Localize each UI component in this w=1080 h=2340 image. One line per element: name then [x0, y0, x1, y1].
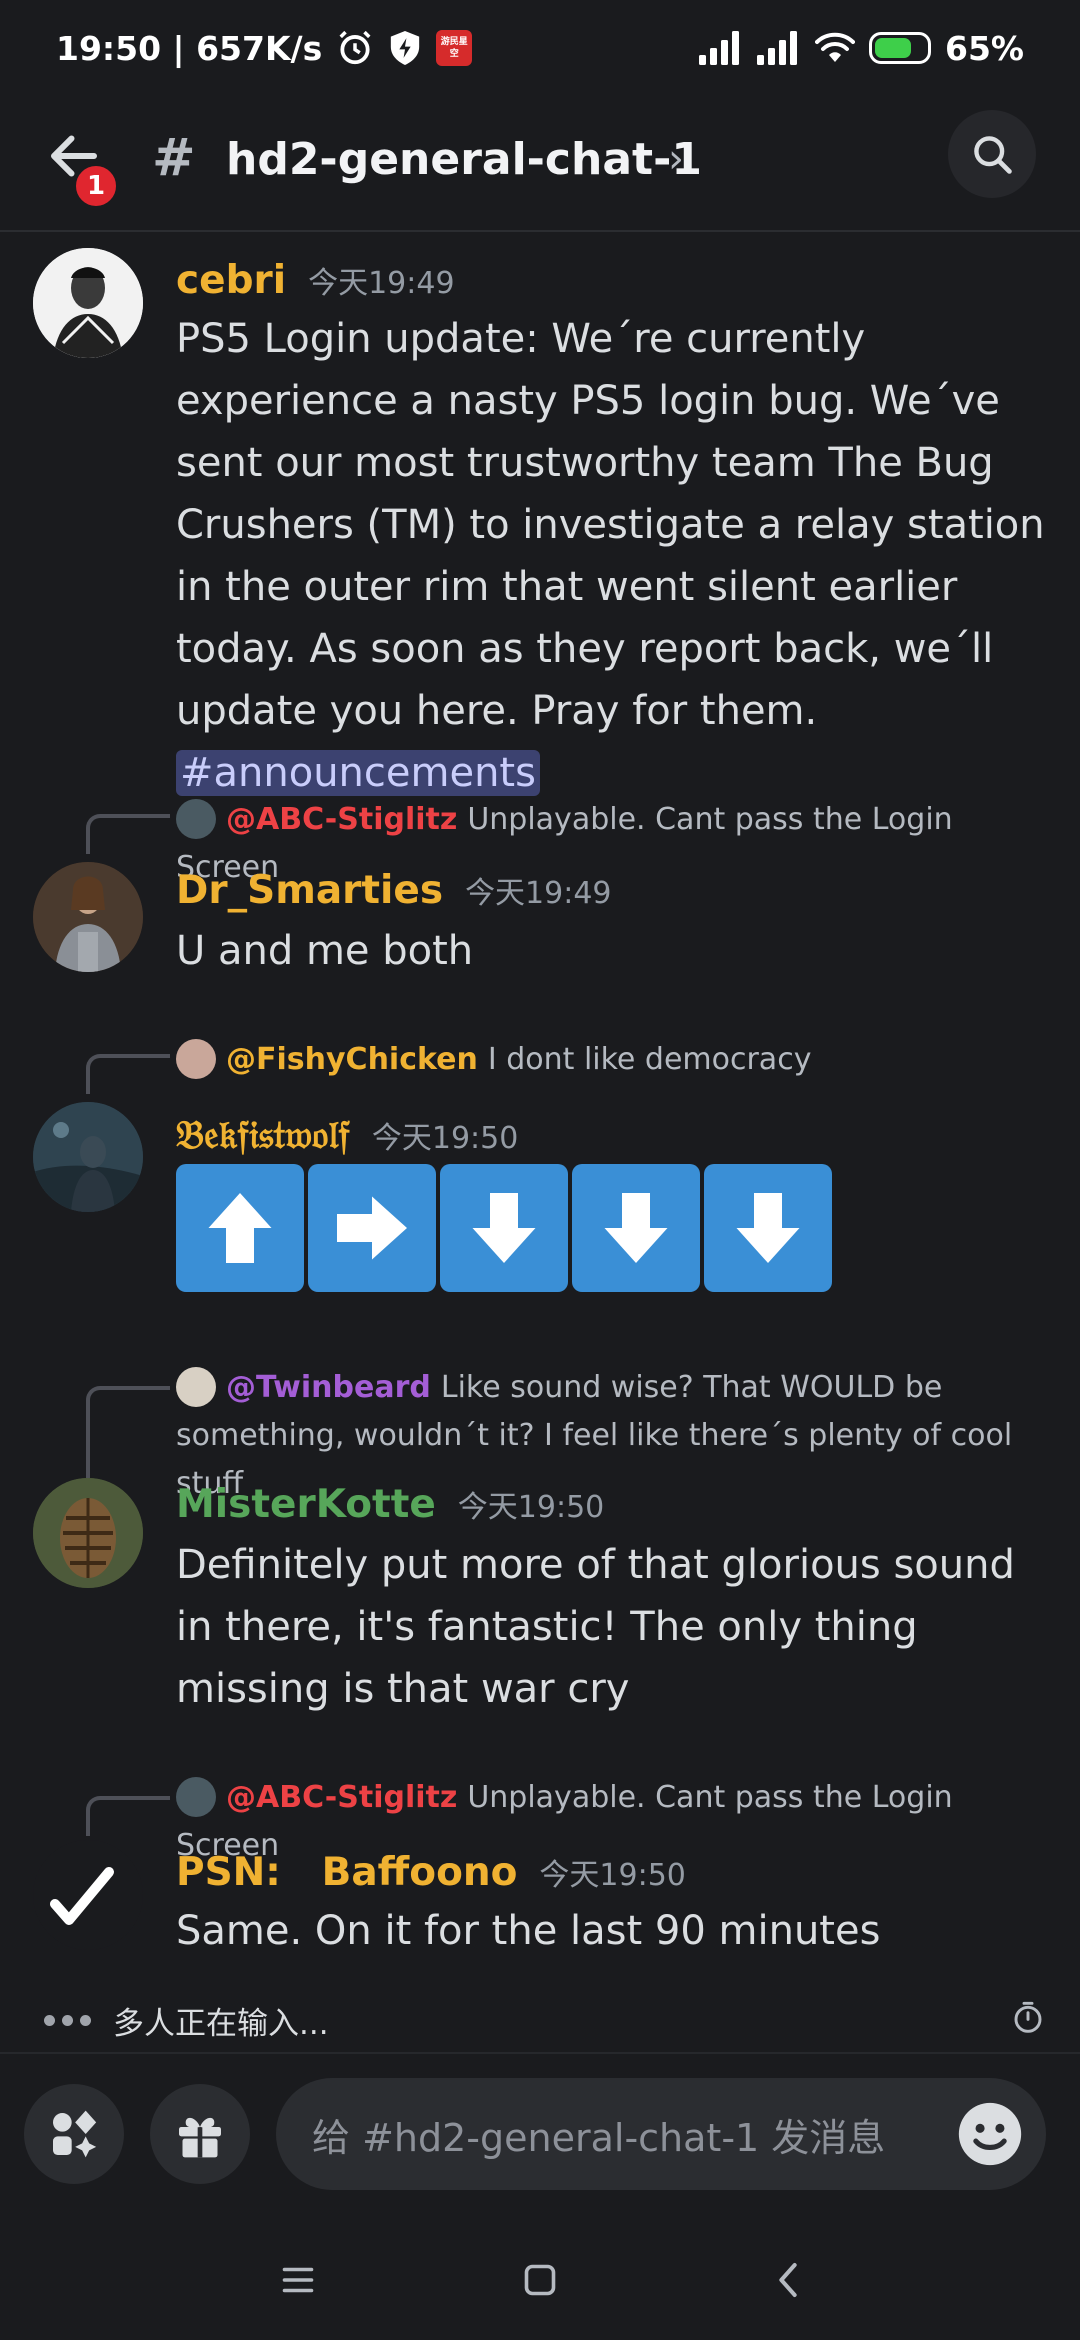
arrow-down-icon [704, 1164, 832, 1292]
channel-header: 1 # hd2-general-chat-1 › [0, 96, 1080, 232]
message-author[interactable]: Dr_Smarties 今天19:49 [176, 868, 612, 913]
avatar[interactable] [33, 862, 143, 972]
reply-mention[interactable]: @ABC-Stiglitz [226, 1780, 457, 1815]
avatar[interactable] [33, 1102, 143, 1212]
message-author[interactable]: PSN: Baffoono 今天19:50 [176, 1850, 686, 1895]
reply-mention[interactable]: @Twinbeard [226, 1370, 431, 1405]
shield-bolt-icon [388, 29, 422, 67]
reply-mention[interactable]: @FishyChicken [226, 1042, 478, 1077]
message-content: Same. On it for the last 90 minutes [176, 1908, 881, 1954]
wifi-icon [815, 32, 855, 64]
message-content: Definitely put more of that glorious sou… [176, 1542, 1015, 1712]
arrow-emoji-row [176, 1164, 832, 1292]
signal-icon [699, 31, 743, 65]
emoji-icon [958, 2102, 1022, 2166]
reply-avatar [176, 799, 216, 839]
chevron-right-icon[interactable]: › [668, 136, 684, 182]
avatar[interactable] [33, 1478, 143, 1588]
app-notification-icon: 游民星空 [436, 30, 473, 66]
alarm-icon [336, 29, 374, 67]
gift-icon [179, 2117, 221, 2158]
home-nav-button[interactable] [514, 2254, 566, 2306]
author-name[interactable]: MisterKotte [176, 1482, 436, 1527]
avatar[interactable] [33, 1840, 143, 1950]
channel-title[interactable]: hd2-general-chat-1 [226, 134, 702, 185]
notification-badge: 1 [72, 162, 120, 210]
reply-avatar [176, 1777, 216, 1817]
message-text: PS5 Login update: We´re currently experi… [176, 316, 1045, 734]
slowmode-timer-icon[interactable] [1012, 2000, 1044, 2044]
reply-avatar [176, 1039, 216, 1079]
apps-icon [53, 2110, 97, 2158]
reply-connector [86, 814, 170, 854]
app-badge-text: 游民星空 [440, 37, 468, 59]
arrow-up-icon [176, 1164, 304, 1292]
reply-preview[interactable]: @FishyChicken I dont like democracy [176, 1036, 1056, 1084]
arrow-down-icon [440, 1164, 568, 1292]
reply-connector [86, 1796, 170, 1836]
reply-text: I dont like democracy [487, 1042, 812, 1077]
reply-avatar [176, 1367, 216, 1407]
author-name[interactable]: PSN: Baffoono [176, 1850, 517, 1895]
message-timestamp: 今天19:49 [308, 266, 455, 301]
author-name[interactable]: Dr_Smarties [176, 868, 443, 913]
signal-2-icon [757, 31, 801, 65]
author-name[interactable]: 𝔅𝔢𝔨𝔣𝔦𝔰𝔱𝔴𝔬𝔩𝔣 [176, 1112, 350, 1158]
typing-dots-icon [44, 2014, 91, 2026]
back-nav-button[interactable] [762, 2254, 814, 2306]
search-button[interactable] [948, 110, 1036, 198]
message-timestamp: 今天19:50 [457, 1490, 605, 1525]
message-composer: 给 #hd2-general-chat-1 发消息 [0, 2052, 1080, 2202]
message-timestamp: 今天19:49 [465, 876, 612, 911]
search-icon [974, 136, 1012, 174]
battery-percent: 65% [945, 28, 1024, 68]
message-input-placeholder: 给 #hd2-general-chat-1 发消息 [312, 2115, 886, 2160]
typing-text: 多人正在输入... [113, 2005, 329, 2042]
battery-icon [869, 32, 931, 64]
home-square-icon [524, 2264, 556, 2296]
message-author[interactable]: MisterKotte 今天19:50 [176, 1482, 604, 1527]
avatar[interactable] [33, 248, 143, 358]
gift-button[interactable] [150, 2084, 250, 2184]
reply-connector [86, 1386, 170, 1486]
reply-mention[interactable]: @ABC-Stiglitz [226, 802, 457, 837]
message-author[interactable]: 𝔅𝔢𝔨𝔣𝔦𝔰𝔱𝔴𝔬𝔩𝔣 今天19:50 [176, 1112, 518, 1158]
message-content: U and me both [176, 928, 474, 974]
arrow-right-icon [308, 1164, 436, 1292]
system-nav-bar [0, 2220, 1080, 2340]
arrow-down-icon [572, 1164, 700, 1292]
message-input[interactable]: 给 #hd2-general-chat-1 发消息 [276, 2078, 1046, 2190]
message-author[interactable]: cebri 今天19:49 [176, 258, 455, 303]
message-timestamp: 今天19:50 [371, 1121, 519, 1156]
channel-hash-icon: # [152, 128, 196, 188]
message-timestamp: 今天19:50 [539, 1858, 686, 1893]
status-bar: 19:50 | 657K/s 游民星空 65% [0, 0, 1080, 96]
apps-button[interactable] [24, 2084, 124, 2184]
typing-indicator: 多人正在输入... [44, 1996, 1044, 2044]
reply-connector [86, 1054, 170, 1094]
channel-mention-link[interactable]: #announcements [176, 750, 540, 796]
message-content: PS5 Login update: We´re currently experi… [176, 308, 1056, 804]
emoji-button[interactable] [956, 2100, 1024, 2168]
status-time-speed: 19:50 | 657K/s [56, 28, 323, 68]
menu-icon [282, 2267, 314, 2293]
back-chevron-icon [779, 2263, 797, 2297]
menu-nav-button[interactable] [272, 2254, 324, 2306]
author-name[interactable]: cebri [176, 258, 286, 303]
